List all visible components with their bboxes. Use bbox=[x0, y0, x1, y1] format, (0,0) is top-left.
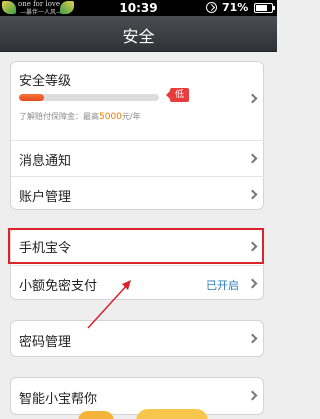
guarantee-text[interactable]: 了解赔付保障金：最高5000元/年 bbox=[19, 111, 141, 122]
battery-percent: 71% bbox=[222, 1, 249, 14]
security-level-row[interactable]: 安全等级 低 了解赔付保障金：最高5000元/年 bbox=[11, 62, 265, 140]
small-payment-status: 已开启 bbox=[206, 279, 239, 292]
chevron-right-icon bbox=[247, 278, 258, 289]
notifications-row[interactable]: 消息通知 bbox=[11, 140, 265, 176]
chevron-right-icon bbox=[247, 390, 258, 401]
chevron-right-icon bbox=[247, 189, 258, 200]
security-level-bar bbox=[19, 94, 159, 101]
smart-helper-label: 智能小宝帮你 bbox=[19, 392, 98, 407]
password-management-label: 密码管理 bbox=[19, 335, 72, 350]
security-level-badge: 低 bbox=[165, 88, 190, 102]
small-payment-row[interactable]: 小额免密支付 已开启 bbox=[11, 265, 265, 301]
battery-icon bbox=[254, 3, 275, 13]
password-management-row[interactable]: 密码管理 bbox=[11, 321, 265, 358]
rotation-lock-icon bbox=[206, 2, 217, 13]
account-management-row[interactable]: 账户管理 bbox=[11, 176, 265, 211]
notifications-label: 消息通知 bbox=[19, 154, 72, 169]
page-title: 安全 bbox=[122, 27, 155, 46]
guarantee-amount: 5000 bbox=[99, 112, 122, 122]
security-card: 安全等级 低 了解赔付保障金：最高5000元/年 消息通知 账户管理 bbox=[10, 61, 265, 211]
chevron-right-icon bbox=[247, 153, 258, 164]
small-payment-label: 小额免密支付 bbox=[19, 279, 98, 294]
chevron-right-icon bbox=[247, 333, 258, 344]
navigation-bar: 安全 bbox=[0, 16, 277, 52]
password-card: 密码管理 bbox=[10, 320, 264, 357]
security-level-label: 安全等级 bbox=[19, 74, 72, 89]
account-management-label: 账户管理 bbox=[19, 190, 72, 205]
helper-banner-image bbox=[78, 406, 228, 419]
status-bar: one for love —暴伴一人风— 10:39 71% bbox=[0, 0, 277, 16]
chevron-right-icon bbox=[247, 93, 258, 104]
highlight-box bbox=[8, 228, 264, 264]
